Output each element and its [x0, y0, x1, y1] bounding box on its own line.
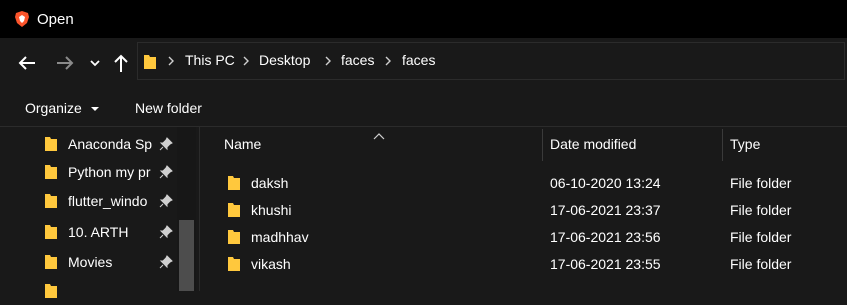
folder-icon: [44, 193, 58, 212]
folder-icon: [44, 164, 58, 183]
pin-icon[interactable]: [159, 194, 173, 211]
navigation-bar: This PC Desktop faces faces: [0, 38, 847, 88]
table-row[interactable]: daksh 06-10-2020 13:24 File folder: [200, 170, 847, 196]
chevron-right-icon[interactable]: [324, 54, 334, 68]
folder-icon: [227, 256, 241, 275]
file-type: File folder: [730, 202, 792, 218]
column-header-type[interactable]: Type: [730, 136, 760, 152]
new-folder-button[interactable]: New folder: [135, 100, 202, 116]
nav-item-label: Python my pr: [68, 164, 151, 180]
up-arrow-icon[interactable]: [110, 52, 132, 74]
file-name: khushi: [251, 202, 292, 218]
table-row[interactable]: vikash 17-06-2021 23:55 File folder: [200, 251, 847, 277]
folder-icon: [44, 224, 58, 243]
pin-icon[interactable]: [159, 165, 173, 182]
folder-icon: [227, 175, 241, 194]
column-divider[interactable]: [722, 129, 723, 161]
file-name: vikash: [251, 256, 291, 272]
nav-item-python[interactable]: Python my pr: [44, 160, 174, 186]
file-type: File folder: [730, 256, 792, 272]
file-type: File folder: [730, 175, 792, 191]
organize-label: Organize: [25, 100, 82, 116]
chevron-down-icon[interactable]: [84, 52, 106, 74]
nav-item-arth[interactable]: 10. ARTH: [44, 220, 174, 246]
nav-scrollbar-thumb[interactable]: [179, 220, 194, 291]
pin-icon[interactable]: [159, 225, 173, 242]
forward-arrow-icon[interactable]: [54, 52, 76, 74]
folder-icon: [227, 229, 241, 248]
folder-icon: [44, 283, 58, 302]
pin-icon[interactable]: [159, 137, 173, 154]
breadcrumb-this-pc[interactable]: This PC: [185, 52, 235, 68]
back-arrow-icon[interactable]: [16, 52, 38, 74]
folder-icon: [44, 254, 58, 273]
column-divider[interactable]: [542, 129, 543, 161]
breadcrumb-faces-current[interactable]: faces: [402, 52, 435, 68]
breadcrumb-faces[interactable]: faces: [341, 52, 374, 68]
table-row[interactable]: khushi 17-06-2021 23:37 File folder: [200, 197, 847, 223]
folder-icon: [143, 54, 157, 73]
organize-button[interactable]: Organize: [25, 100, 100, 116]
pin-icon[interactable]: [159, 255, 173, 272]
nav-item-flutter[interactable]: flutter_windo: [44, 189, 174, 215]
table-row[interactable]: madhhav 17-06-2021 23:56 File folder: [200, 224, 847, 250]
brave-browser-icon: [13, 10, 31, 28]
navigation-pane: Anaconda Sp Python my pr flutter_windo 1…: [0, 127, 200, 298]
file-list: Name Date modified Type daksh 06-10-2020…: [200, 127, 847, 291]
chevron-right-icon: [167, 54, 177, 68]
chevron-right-icon[interactable]: [242, 54, 252, 68]
file-date-modified: 17-06-2021 23:37: [550, 202, 661, 218]
nav-item-label: flutter_windo: [68, 193, 148, 209]
nav-item-anaconda[interactable]: Anaconda Sp: [44, 132, 174, 158]
nav-item-partial[interactable]: [44, 279, 174, 305]
folder-icon: [227, 202, 241, 221]
title-bar: Open: [0, 0, 847, 38]
file-date-modified: 17-06-2021 23:55: [550, 256, 661, 272]
column-header-name[interactable]: Name: [224, 136, 261, 152]
breadcrumb-desktop[interactable]: Desktop: [259, 52, 310, 68]
nav-item-label: Anaconda Sp: [68, 136, 153, 152]
file-name: madhhav: [251, 229, 309, 245]
folder-icon: [44, 136, 58, 155]
caret-down-icon: [90, 107, 99, 112]
window-title: Open: [37, 11, 74, 28]
chevron-right-icon[interactable]: [384, 54, 394, 68]
nav-item-label: 10. ARTH: [68, 224, 129, 240]
nav-item-label: Movies: [68, 254, 113, 270]
nav-item-movies[interactable]: Movies: [44, 250, 174, 276]
sort-ascending-icon: [373, 127, 385, 143]
file-name: daksh: [251, 175, 289, 191]
file-date-modified: 06-10-2020 13:24: [550, 175, 661, 191]
file-date-modified: 17-06-2021 23:56: [550, 229, 661, 245]
file-type: File folder: [730, 229, 792, 245]
command-toolbar: Organize New folder: [0, 88, 847, 126]
address-bar[interactable]: This PC Desktop faces faces: [137, 42, 845, 80]
column-header-date-modified[interactable]: Date modified: [550, 136, 636, 152]
